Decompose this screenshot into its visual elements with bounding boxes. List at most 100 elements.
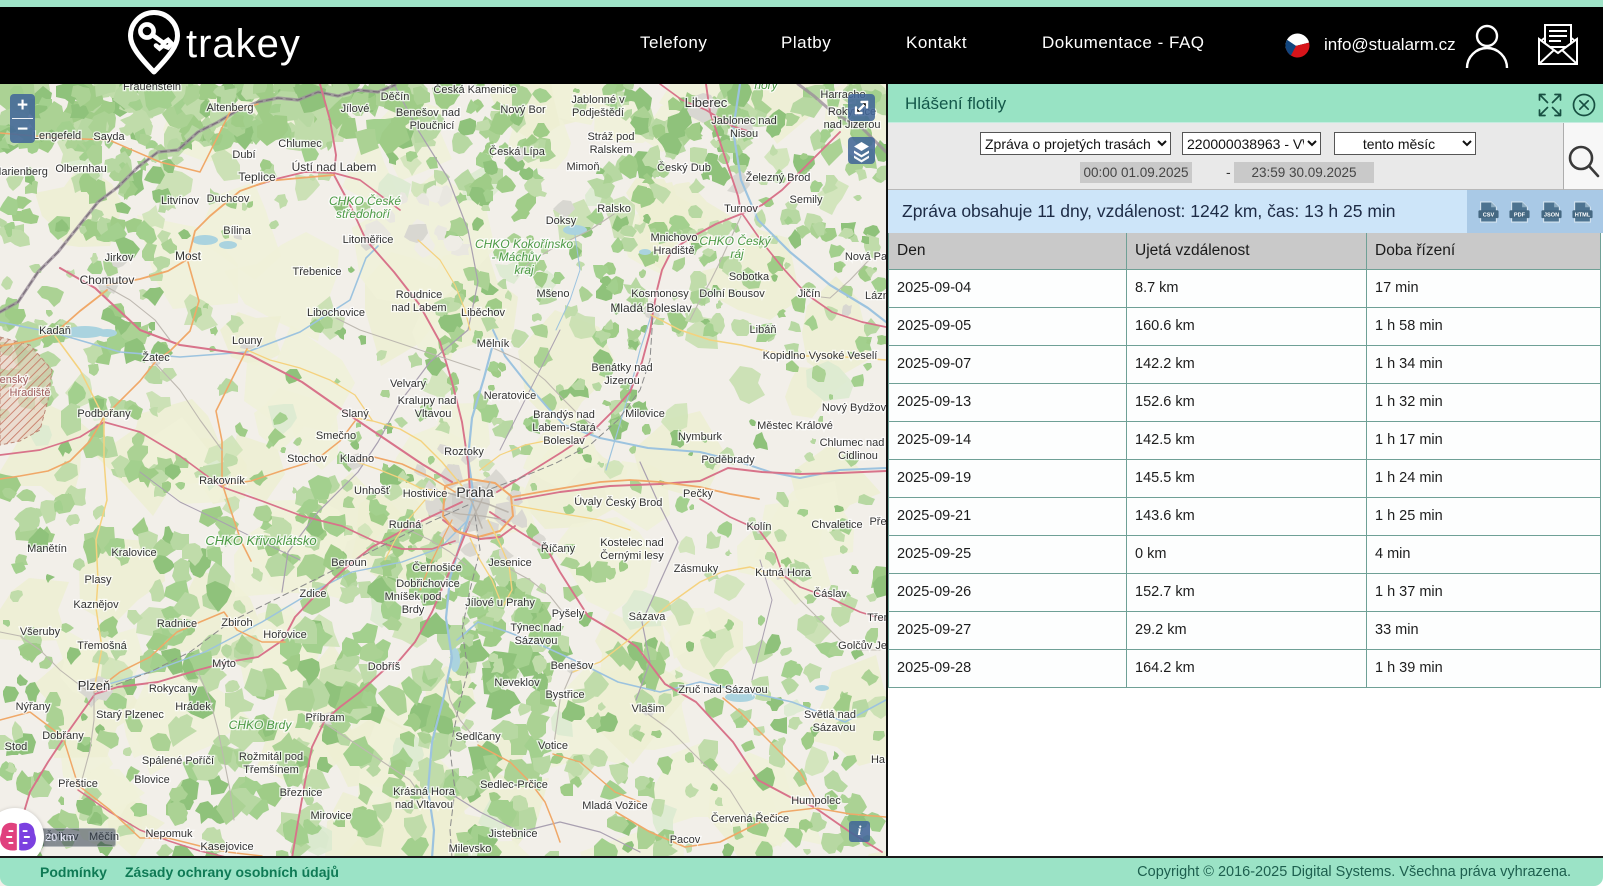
svg-text:středohoří: středohoří <box>336 207 392 221</box>
svg-text:Jablonec nad: Jablonec nad <box>711 115 776 127</box>
svg-text:Zruč nad Sázavou: Zruč nad Sázavou <box>678 684 767 696</box>
svg-text:Ha: Ha <box>871 754 886 766</box>
svg-text:Humpolec: Humpolec <box>791 795 841 807</box>
svg-text:Teplice: Teplice <box>238 170 276 184</box>
svg-text:Kralovice: Kralovice <box>111 547 156 559</box>
svg-text:Plzeň: Plzeň <box>78 678 111 693</box>
svg-text:Mladá Vožice: Mladá Vožice <box>582 800 647 812</box>
svg-text:Hrádek: Hrádek <box>175 701 211 713</box>
svg-text:Sedlec-Prčice: Sedlec-Prčice <box>480 779 548 791</box>
svg-text:Lengefeld: Lengefeld <box>33 130 81 142</box>
svg-text:Týnec nad: Týnec nad <box>510 622 561 634</box>
svg-text:CSV: CSV <box>1483 212 1495 218</box>
svg-text:Nový Bydžov: Nový Bydžov <box>822 402 886 414</box>
svg-text:Hradiště: Hradiště <box>654 245 695 257</box>
svg-text:Hostivice: Hostivice <box>403 488 448 500</box>
svg-text:kraj: kraj <box>514 263 534 277</box>
svg-text:Stráž pod: Stráž pod <box>587 131 634 143</box>
svg-text:Benešov: Benešov <box>551 660 594 672</box>
svg-text:Duchcov: Duchcov <box>207 193 250 205</box>
svg-text:nad Labem: nad Labem <box>391 302 446 314</box>
svg-text:Jirkov: Jirkov <box>105 252 134 264</box>
svg-text:Třebenice: Třebenice <box>293 266 342 278</box>
svg-text:Všeruby: Všeruby <box>20 626 61 638</box>
svg-text:Mimoň: Mimoň <box>566 161 599 173</box>
svg-text:Ústí nad Labem: Ústí nad Labem <box>292 159 377 174</box>
svg-text:CHKO Kokořínsko: CHKO Kokořínsko <box>475 237 573 251</box>
svg-text:Kladno: Kladno <box>340 453 374 465</box>
svg-text:Manětín: Manětín <box>27 543 67 555</box>
svg-text:Chomutov: Chomutov <box>80 273 135 287</box>
svg-text:Jílové: Jílové <box>341 103 370 115</box>
svg-text:Černošice: Černošice <box>412 561 462 574</box>
svg-text:Brandýs nad: Brandýs nad <box>533 409 595 421</box>
svg-text:Český Brod: Český Brod <box>606 496 663 509</box>
svg-text:Český Dub: Český Dub <box>657 161 711 174</box>
svg-text:Sobotka: Sobotka <box>729 271 770 283</box>
svg-text:Votice: Votice <box>538 740 568 752</box>
svg-text:Ploučnicí: Ploučnicí <box>410 120 455 132</box>
svg-text:Mšeno: Mšeno <box>536 288 569 300</box>
svg-text:enský: enský <box>0 374 29 386</box>
svg-text:Kaznějov: Kaznějov <box>73 599 119 611</box>
svg-text:Ralskem: Ralskem <box>590 144 633 156</box>
svg-text:Stochov: Stochov <box>287 453 327 465</box>
svg-text:Benešov nad: Benešov nad <box>396 107 460 119</box>
svg-text:Cidlinou: Cidlinou <box>838 450 878 462</box>
svg-text:Plasy: Plasy <box>85 574 112 586</box>
svg-text:Chlumec: Chlumec <box>278 138 322 150</box>
svg-text:Radnice: Radnice <box>157 618 197 630</box>
svg-text:Nový Bor: Nový Bor <box>500 104 546 116</box>
svg-text:Litvínov: Litvínov <box>161 195 199 207</box>
svg-text:HTML: HTML <box>1575 212 1591 218</box>
svg-text:Městec Králové: Městec Králové <box>757 420 833 432</box>
svg-text:CHKO České: CHKO České <box>329 193 401 208</box>
svg-text:CHKO Křivoklátsko: CHKO Křivoklátsko <box>205 533 316 548</box>
svg-text:Louny: Louny <box>232 335 262 347</box>
svg-text:Marienberg: Marienberg <box>0 166 48 178</box>
svg-text:Chlumec nad: Chlumec nad <box>820 437 885 449</box>
svg-text:Zbiroh: Zbiroh <box>221 617 252 629</box>
svg-text:Sayda: Sayda <box>93 131 125 143</box>
svg-text:Pečky: Pečky <box>683 488 713 500</box>
svg-text:Libáň: Libáň <box>750 324 777 336</box>
svg-text:Doksy: Doksy <box>546 215 577 227</box>
svg-text:Dubí: Dubí <box>232 149 255 161</box>
svg-text:Mýto: Mýto <box>212 658 236 670</box>
svg-text:Beroun: Beroun <box>331 557 366 569</box>
svg-text:Krásná Hora: Krásná Hora <box>393 786 456 798</box>
svg-text:Sázavou: Sázavou <box>813 722 856 734</box>
svg-text:Dobříš: Dobříš <box>368 661 401 673</box>
svg-text:Brdy: Brdy <box>402 604 425 616</box>
svg-text:Třemšínem: Třemšínem <box>243 764 299 776</box>
svg-text:Liběchov: Liběchov <box>461 307 506 319</box>
svg-text:Labem-Stará: Labem-Stará <box>532 422 596 434</box>
svg-text:Dobřichovice: Dobřichovice <box>396 578 460 590</box>
svg-text:Mirovice: Mirovice <box>311 810 352 822</box>
svg-text:Třem: Třem <box>867 612 886 624</box>
svg-text:Hořovice: Hořovice <box>263 629 306 641</box>
svg-text:Slaný: Slaný <box>341 408 369 420</box>
svg-text:Říčany: Říčany <box>541 542 576 555</box>
svg-text:Nepomuk: Nepomuk <box>145 828 193 840</box>
svg-text:Rožmitál pod: Rožmitál pod <box>239 751 303 763</box>
svg-text:Unhošť: Unhošť <box>354 485 391 497</box>
svg-text:Starý Plzenec: Starý Plzenec <box>96 709 164 721</box>
svg-text:Zdice: Zdice <box>300 588 327 600</box>
svg-text:Roztoky: Roztoky <box>444 446 484 458</box>
svg-text:Kasejovice: Kasejovice <box>200 841 253 853</box>
svg-text:Žatec: Žatec <box>142 351 170 364</box>
svg-text:Nová Pa: Nová Pa <box>845 251 886 263</box>
svg-text:Spálené Poříčí: Spálené Poříčí <box>142 755 214 767</box>
svg-text:Červená Řečice: Červená Řečice <box>711 812 789 825</box>
svg-text:Sedlčany: Sedlčany <box>455 731 501 743</box>
svg-text:Neratovice: Neratovice <box>484 390 537 402</box>
svg-text:Vysoké Veselí: Vysoké Veselí <box>809 350 878 362</box>
svg-text:Poděbrady: Poděbrady <box>701 454 755 466</box>
svg-text:Hradiště: Hradiště <box>10 387 51 399</box>
svg-text:Pyšely: Pyšely <box>552 608 585 620</box>
svg-text:Bílina: Bílina <box>223 225 251 237</box>
svg-text:Neveklov: Neveklov <box>494 677 540 689</box>
svg-text:Vltavou: Vltavou <box>415 408 452 420</box>
svg-text:Kosmonosy: Kosmonosy <box>631 288 689 300</box>
